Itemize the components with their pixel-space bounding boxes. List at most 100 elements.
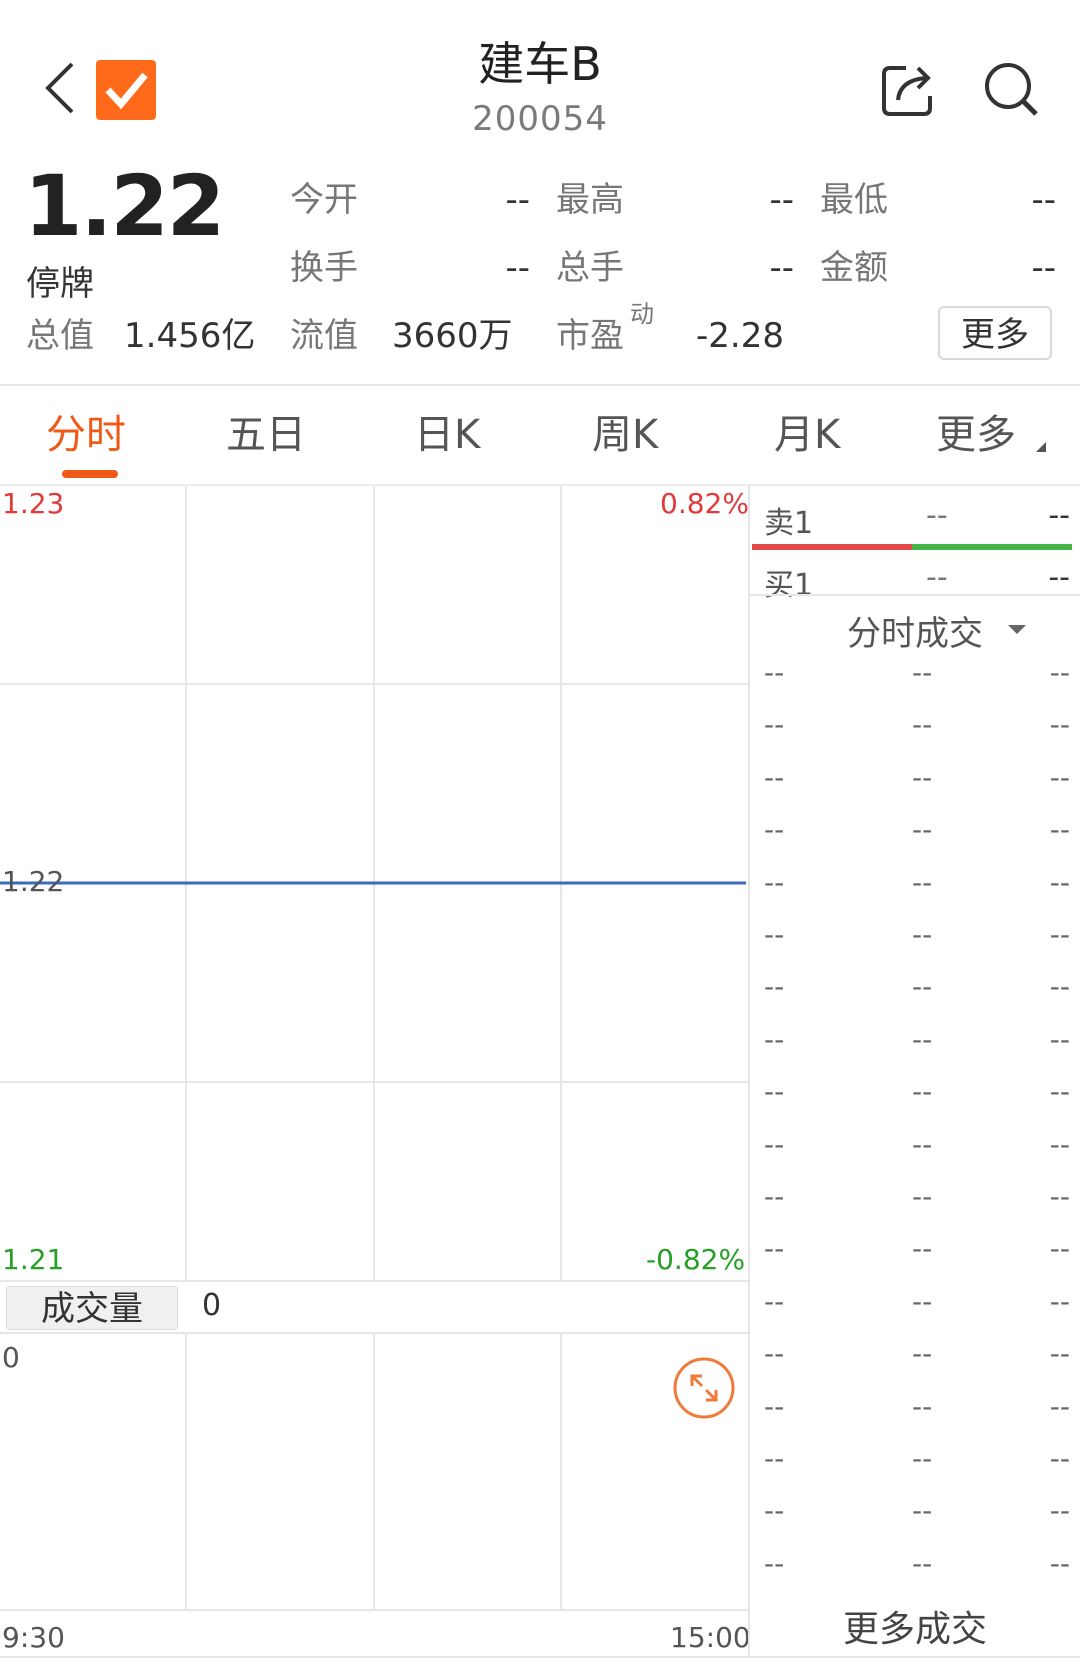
trade-price: -- [912,1075,933,1109]
trade-time: -- [764,865,785,899]
intraday-chart[interactable] [0,486,748,1656]
open-label: 今开 [290,180,358,220]
tab-daily-k[interactable]: 日K [414,410,480,460]
high-label: 最高 [556,180,624,220]
market-cap-value: 1.456亿 [124,316,256,356]
buy-pressure-bar [912,544,1072,550]
trade-time: -- [764,1442,785,1475]
trade-time: -- [764,1022,785,1056]
trade-time: -- [764,1075,785,1109]
trade-row: -- -- -- [760,1547,1070,1587]
trade-time: -- [764,1494,785,1528]
share-icon[interactable] [878,58,942,122]
trade-price: -- [912,813,933,847]
y-tick-low: 1.21 [2,1243,65,1276]
buy-1-volume: -- [1048,560,1070,595]
pct-tick-low: -0.82% [646,1243,746,1276]
buy-1-label: 买1 [764,568,814,603]
trade-row: -- -- -- [760,761,1070,801]
trade-row: -- -- -- [760,1442,1070,1482]
trade-volume: -- [1049,1232,1070,1266]
trade-volume: -- [1049,1284,1070,1318]
more-quote-button[interactable]: 更多 [938,306,1052,360]
tab-intraday[interactable]: 分时 [46,410,126,460]
trade-time: -- [764,813,785,847]
trade-price: -- [912,1442,933,1475]
trade-time: -- [764,760,785,794]
trade-row: -- -- -- [760,656,1070,696]
volume-axis-max: 0 [2,1341,20,1374]
y-tick-high: 1.23 [2,487,65,520]
trade-price: -- [912,918,933,951]
open-value: -- [505,180,530,220]
trade-time: -- [764,1389,785,1423]
trade-row: -- -- -- [760,1128,1070,1168]
trade-time: -- [764,970,785,1004]
trade-time: -- [764,918,785,951]
market-cap-label: 总值 [26,316,94,356]
volume-selector-button[interactable]: 成交量 [6,1286,178,1330]
low-label: 最低 [820,180,888,220]
trade-time: -- [764,656,785,689]
trade-price: -- [912,760,933,794]
more-trades-button[interactable]: 更多成交 [750,1600,1080,1652]
tab-weekly-k[interactable]: 周K [592,410,658,460]
tab-five-day[interactable]: 五日 [226,410,306,460]
trade-price: -- [912,1232,933,1266]
trade-price: -- [912,1494,933,1528]
tab-more[interactable]: 更多 [936,410,1016,460]
trade-volume: -- [1049,1442,1070,1475]
panel-divider [748,486,750,1656]
trade-row: -- -- -- [760,1232,1070,1272]
trade-volume: -- [1049,1127,1070,1161]
trade-row: -- -- -- [760,708,1070,748]
divider [0,384,1080,386]
trade-price: -- [912,1389,933,1423]
pct-tick-high: 0.82% [660,487,749,520]
buy-1-price: -- [926,560,948,595]
float-cap-value: 3660万 [392,316,513,356]
trade-volume: -- [1049,1494,1070,1528]
trade-volume: -- [1049,918,1070,951]
current-price: 1.22 [24,157,225,255]
trade-row: -- -- -- [760,813,1070,853]
pe-superscript: 动 [630,300,654,328]
divider [750,594,1080,596]
trade-volume: -- [1049,970,1070,1004]
trade-price: -- [912,656,933,689]
low-value: -- [1031,180,1056,220]
turnover-value: -- [505,248,530,288]
amount-value: -- [1031,248,1056,288]
time-start-label: 9:30 [2,1621,65,1654]
trade-time: -- [764,708,785,742]
trade-price: -- [912,970,933,1004]
float-cap-label: 流值 [290,316,358,356]
trade-row: -- -- -- [760,1180,1070,1220]
caret-down-icon[interactable] [1008,625,1026,634]
total-hands-value: -- [769,248,794,288]
trade-price: -- [912,708,933,742]
trade-row: -- -- -- [760,1023,1070,1063]
pe-value: -2.28 [696,316,784,356]
volume-value: 0 [202,1288,222,1323]
search-icon[interactable] [980,58,1044,122]
trade-price: -- [912,1284,933,1318]
trade-price: -- [912,1337,933,1371]
trading-status: 停牌 [26,264,94,304]
caret-icon [1036,442,1046,452]
trade-volume: -- [1049,1022,1070,1056]
trade-price: -- [912,865,933,899]
trade-time: -- [764,1546,785,1580]
pe-label: 市盈 [556,316,624,356]
trade-row: -- -- -- [760,918,1070,958]
trade-time: -- [764,1232,785,1266]
tab-monthly-k[interactable]: 月K [774,410,840,460]
trade-price: -- [912,1546,933,1580]
sell-1-label: 卖1 [764,506,814,541]
trade-row: -- -- -- [760,1494,1070,1534]
trade-price: -- [912,1127,933,1161]
active-tab-indicator [62,470,118,478]
trades-dropdown[interactable]: 分时成交 [750,606,1080,655]
expand-icon[interactable] [672,1356,736,1420]
trade-volume: -- [1049,1389,1070,1423]
